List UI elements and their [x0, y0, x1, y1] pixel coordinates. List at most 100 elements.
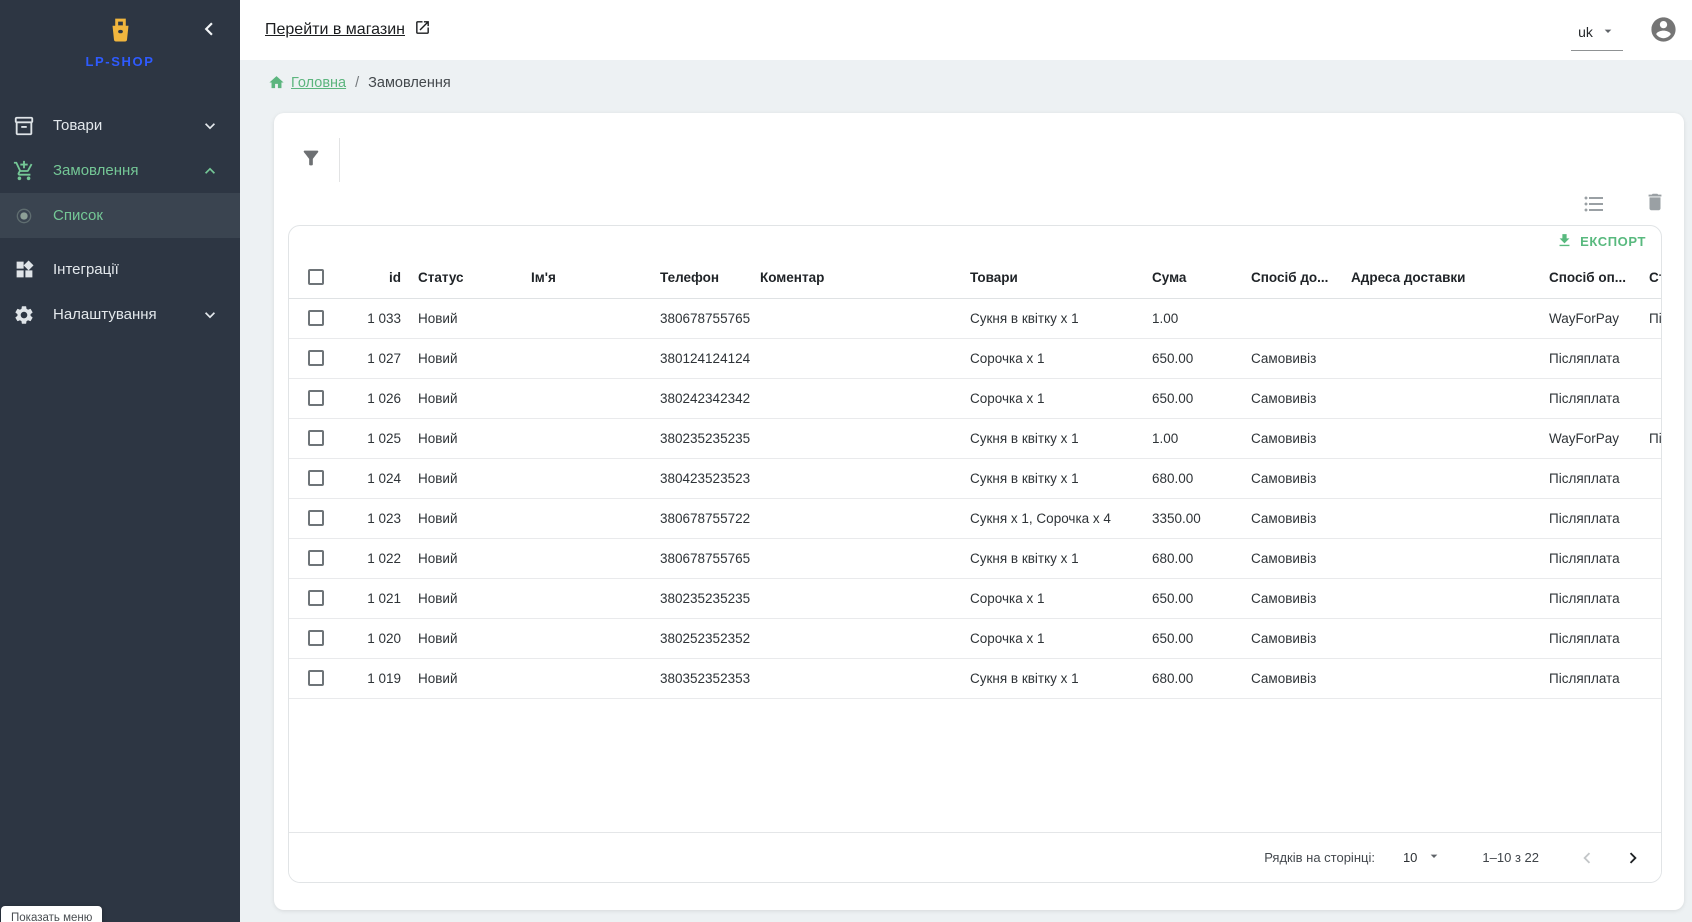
column-header-sum[interactable]: Сума	[1143, 257, 1242, 298]
row-checkbox[interactable]	[308, 470, 324, 486]
cell-products: Сукня в квітку x 1	[961, 458, 1143, 498]
widgets-icon	[10, 259, 38, 280]
gear-icon	[10, 304, 38, 326]
cell-status: Новий	[409, 338, 522, 378]
column-header-address[interactable]: Адреса доставки	[1342, 257, 1540, 298]
cell-value: 380678755765	[660, 551, 750, 566]
sidebar-menu: ТовариЗамовленняСписок ІнтеграціїНалаштув…	[0, 103, 240, 337]
column-header-label: Спосіб до...	[1251, 270, 1328, 285]
cell-name	[522, 618, 651, 658]
column-header-payment[interactable]: Спосіб оп...	[1540, 257, 1640, 298]
cell-delivery: Самовивіз	[1242, 498, 1342, 538]
sidebar-item-dot[interactable]: Список	[0, 193, 240, 238]
table-row[interactable]: 1 023Новий380678755722Сукня x 1, Сорочка…	[289, 498, 1662, 538]
cell-phone: 380252352352	[651, 618, 751, 658]
column-header-label: Товари	[970, 270, 1018, 285]
select-all-checkbox[interactable]	[308, 269, 324, 285]
cell-value: Післяплата	[1549, 631, 1620, 646]
trash-icon[interactable]	[1644, 191, 1668, 215]
cell-status: Новий	[409, 498, 522, 538]
column-header-products[interactable]: Товари	[961, 257, 1143, 298]
cell-payment: Післяплата	[1540, 458, 1640, 498]
cell-id: 1 024	[337, 458, 409, 498]
table-row[interactable]: 1 021Новий380235235235Сорочка x 1650.00С…	[289, 578, 1662, 618]
next-page-icon[interactable]	[1621, 846, 1645, 870]
table-row[interactable]: 1 024Новий380423523523Сукня в квітку x 1…	[289, 458, 1662, 498]
chevron-down-icon	[200, 305, 220, 325]
cell-value: Сукня в квітку x 1	[970, 471, 1079, 486]
breadcrumb-current: Замовлення	[368, 75, 451, 91]
cell-status: Новий	[409, 298, 522, 338]
cell-sum: 1.00	[1143, 298, 1242, 338]
cell-payment: WayForPay	[1540, 298, 1640, 338]
column-header-name[interactable]: Ім'я	[522, 257, 651, 298]
cell-value: Сукня в квітку x 1	[970, 311, 1079, 326]
cell-payment: Післяплата	[1540, 538, 1640, 578]
cell-value: Сорочка x 1	[970, 391, 1044, 406]
column-header-delivery[interactable]: Спосіб до...	[1242, 257, 1342, 298]
cell-value: 1.00	[1152, 431, 1178, 446]
cell-payment: Післяплата	[1540, 498, 1640, 538]
cell-select	[289, 418, 337, 458]
language-select[interactable]: uk	[1571, 14, 1623, 51]
cell-delivery: Самовивіз	[1242, 578, 1342, 618]
cell-name	[522, 498, 651, 538]
breadcrumb: Головна / Замовлення	[240, 60, 1692, 105]
cell-value: Самовивіз	[1251, 631, 1316, 646]
column-header-status[interactable]: Статус	[409, 257, 522, 298]
row-checkbox[interactable]	[308, 430, 324, 446]
table-row[interactable]: 1 026Новий380242342342Сорочка x 1650.00С…	[289, 378, 1662, 418]
cell-payment: Післяплата	[1540, 378, 1640, 418]
table-row[interactable]: 1 020Новий380252352352Сорочка x 1650.00С…	[289, 618, 1662, 658]
column-header-id[interactable]: id	[337, 257, 409, 298]
column-header-comment[interactable]: Коментар	[751, 257, 961, 298]
cell-value: Пі	[1649, 311, 1662, 326]
cell-value: Самовивіз	[1251, 351, 1316, 366]
cell-status: Новий	[409, 538, 522, 578]
cell-products: Сорочка x 1	[961, 338, 1143, 378]
home-icon[interactable]	[268, 74, 285, 91]
cell-select	[289, 578, 337, 618]
cell-pay_status	[1640, 378, 1662, 418]
table-row[interactable]: 1 022Новий380678755765Сукня в квітку x 1…	[289, 538, 1662, 578]
filter-icon[interactable]	[300, 147, 324, 171]
sidebar-item-gear[interactable]: Налаштування	[0, 292, 240, 337]
rows-per-page-select[interactable]: 10	[1403, 848, 1442, 867]
cell-comment	[751, 378, 961, 418]
cell-status: Новий	[409, 658, 522, 698]
table-row[interactable]: 1 019Новий380352352353Сукня в квітку x 1…	[289, 658, 1662, 698]
sidebar-item-inventory[interactable]: Товари	[0, 103, 240, 148]
cell-value: Самовивіз	[1251, 391, 1316, 406]
row-checkbox[interactable]	[308, 510, 324, 526]
sidebar-item-cart-plus[interactable]: Замовлення	[0, 148, 240, 193]
row-checkbox[interactable]	[308, 590, 324, 606]
table-row[interactable]: 1 033Новий380678755765Сукня в квітку x 1…	[289, 298, 1662, 338]
cell-id: 1 027	[337, 338, 409, 378]
cell-products: Сукня x 1, Сорочка x 4	[961, 498, 1143, 538]
row-checkbox[interactable]	[308, 670, 324, 686]
filter-divider	[339, 138, 340, 182]
row-checkbox[interactable]	[308, 550, 324, 566]
go-to-store-link[interactable]: Перейти в магазин	[265, 19, 431, 41]
store-link-label: Перейти в магазин	[265, 21, 405, 39]
row-checkbox[interactable]	[308, 630, 324, 646]
cell-value: 380352352353	[660, 671, 750, 686]
export-button[interactable]: ЕКСПОРТ	[1556, 232, 1646, 252]
cell-value: 380124124124	[660, 351, 750, 366]
cell-value: 1 019	[367, 671, 401, 686]
cell-value: 380678755765	[660, 311, 750, 326]
column-header-phone[interactable]: Телефон	[651, 257, 751, 298]
view-list-icon[interactable]	[1582, 192, 1606, 216]
sidebar-item-widgets[interactable]: Інтеграції	[0, 247, 240, 292]
user-avatar[interactable]	[1649, 15, 1678, 44]
row-checkbox[interactable]	[308, 310, 324, 326]
cell-pay_status	[1640, 578, 1662, 618]
breadcrumb-home-link[interactable]: Головна	[291, 75, 346, 91]
row-checkbox[interactable]	[308, 390, 324, 406]
row-checkbox[interactable]	[308, 350, 324, 366]
column-header-pay_status[interactable]: Ст	[1640, 257, 1662, 298]
table-row[interactable]: 1 025Новий380235235235Сукня в квітку x 1…	[289, 418, 1662, 458]
cell-name	[522, 658, 651, 698]
cell-value: 680.00	[1152, 551, 1193, 566]
table-row[interactable]: 1 027Новий380124124124Сорочка x 1650.00С…	[289, 338, 1662, 378]
